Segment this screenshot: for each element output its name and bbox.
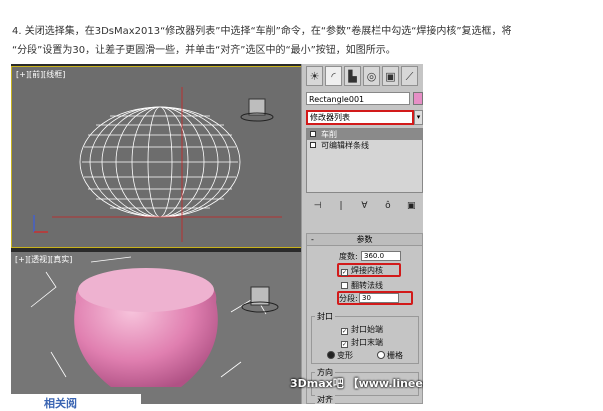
cap-group-label: 封口 — [315, 311, 335, 322]
collapse-icon[interactable]: - — [311, 234, 314, 245]
radio-selected-icon — [327, 351, 335, 359]
front-viewport[interactable]: [+][前][线框] — [11, 66, 307, 248]
checkbox-icon — [341, 282, 348, 289]
related-reading-link[interactable]: 相关阅 — [44, 395, 77, 411]
degrees-label: 度数: — [339, 252, 358, 261]
configure-sets-icon[interactable]: ▣ — [405, 201, 417, 211]
motion-tab-icon[interactable]: ◎ — [363, 66, 380, 86]
cap-end-checkbox[interactable]: ✓ 封口末端 — [341, 337, 383, 348]
stack-item-label: 可编辑样条线 — [321, 141, 369, 150]
create-tab-icon[interactable]: ☀ — [306, 66, 323, 86]
modifier-list-dropdown[interactable]: 修改器列表 — [306, 110, 414, 125]
command-panel: ☀ ◜ ▙ ◎ ▣ ⟋ Rectangle001 修改器列表 ▾ 车削 可编辑样… — [301, 64, 423, 404]
command-panel-tabs: ☀ ◜ ▙ ◎ ▣ ⟋ — [306, 66, 418, 88]
flip-normals-checkbox[interactable]: 翻转法线 — [341, 280, 383, 291]
radio-icon — [377, 351, 385, 359]
hierarchy-tab-icon[interactable]: ▙ — [344, 66, 361, 86]
stack-toolbar: ⊣ | ∀ ô ▣ — [306, 197, 423, 215]
instruction-text: 4. 关闭选择集，在3DsMax2013“修改器列表”中选择“车削”命令，在“参… — [12, 26, 512, 56]
weld-core-checkbox[interactable]: ✓ 焊接内核 — [341, 265, 383, 276]
front-viewport-label: [+][前][线框] — [16, 70, 66, 79]
stack-item-lathe[interactable]: 车削 — [307, 129, 422, 140]
align-group-label: 对齐 — [315, 394, 335, 404]
pin-stack-icon[interactable]: ⊣ — [312, 201, 324, 211]
modifier-stack: 车削 可编辑样条线 — [306, 128, 423, 193]
stack-item-editable-spline[interactable]: 可编辑样条线 — [307, 140, 422, 151]
3dsmax-screenshot: [+][前][线框] [+][透视][真实] ☀ ◜ ▙ ◎ ▣ ⟋ Recta… — [11, 64, 423, 404]
chevron-down-icon[interactable]: ▾ — [414, 110, 423, 125]
parameters-title: 参数 — [356, 235, 373, 244]
site-watermark: 3Dmax吧 【www.lineeg.com/tieba/1771】 — [290, 377, 423, 390]
wireframe-vase — [33, 87, 282, 242]
display-tab-icon[interactable]: ▣ — [382, 66, 399, 86]
lightbulb-icon[interactable] — [310, 131, 316, 137]
show-end-result-icon[interactable]: | — [335, 201, 347, 211]
modify-tab-icon[interactable]: ◜ — [325, 66, 342, 86]
object-name-field[interactable]: Rectangle001 — [306, 92, 410, 105]
check-icon: ✓ — [341, 328, 348, 335]
grid-radio[interactable]: 栅格 — [377, 350, 403, 361]
stack-item-label: 车削 — [321, 130, 337, 139]
parameters-rollout-header[interactable]: - 参数 — [307, 234, 422, 246]
object-color-swatch[interactable] — [413, 92, 423, 105]
make-unique-icon[interactable]: ∀ — [358, 201, 370, 211]
perspective-viewport-label: [+][透视][真实] — [15, 255, 73, 264]
perspective-viewport[interactable]: [+][透视][真实] — [11, 252, 307, 404]
remove-modifier-icon[interactable]: ô — [382, 201, 394, 211]
expand-icon[interactable] — [310, 142, 316, 148]
utilities-tab-icon[interactable]: ⟋ — [401, 66, 418, 86]
check-icon: ✓ — [341, 269, 348, 276]
segments-label: 分段: — [339, 294, 358, 303]
segments-spinner[interactable]: 30 — [359, 293, 399, 303]
check-icon: ✓ — [341, 341, 348, 348]
morph-radio[interactable]: 变形 — [327, 350, 353, 361]
cap-start-checkbox[interactable]: ✓ 封口始端 — [341, 324, 383, 335]
shaded-vase — [30, 256, 279, 387]
degrees-spinner[interactable]: 360.0 — [361, 251, 401, 261]
